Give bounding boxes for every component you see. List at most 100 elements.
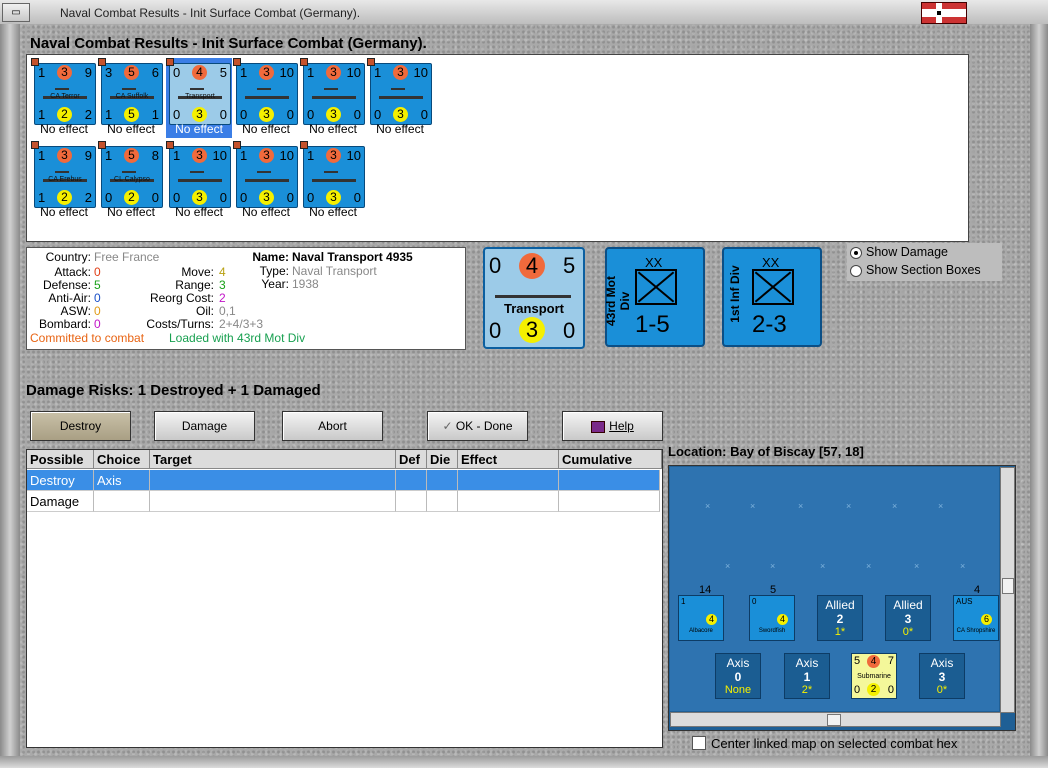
unit-cell[interactable]: 1 3 10 0 3 0 No effect	[300, 58, 366, 138]
ship-counter[interactable]: 3 5 6 CA Suffolk 1 5 1	[101, 63, 163, 125]
table-row[interactable]: Damage	[27, 491, 660, 512]
window-frame-left	[0, 24, 20, 768]
ship-counter[interactable]: 1 3 9 CA Erebus 1 2 2	[34, 146, 96, 208]
counter-bottom-right: 0	[353, 190, 361, 205]
show-damage-label[interactable]: Show Damage	[866, 245, 948, 259]
ship-counter[interactable]: 1 3 10 0 3 0	[303, 146, 365, 208]
division-size: XX	[762, 255, 780, 270]
ship-counter[interactable]: 1 3 10 0 3 0	[303, 63, 365, 125]
counter-top-left: 1	[307, 148, 315, 163]
col-header-target[interactable]: Target	[150, 450, 396, 469]
counter-top-left: 1	[38, 148, 46, 163]
map-axis-counter[interactable]: Axis 3 0*	[919, 653, 965, 699]
unit-cell[interactable]: 3 5 6 CA Suffolk 1 5 1 No effect	[98, 58, 164, 138]
cell-target	[150, 470, 396, 491]
unit-cell[interactable]: 1 3 10 0 3 0 No effect	[300, 141, 366, 221]
division-counter-43rd[interactable]: XX 43rd Mot Div 1-5	[604, 247, 705, 347]
stack-number: 3	[904, 612, 912, 626]
scroll-thumb[interactable]	[1002, 578, 1014, 594]
move-label: Move:	[181, 265, 214, 279]
stack-number: 3	[938, 670, 946, 684]
map-horizontal-scrollbar[interactable]	[670, 712, 1001, 727]
counter-defense: 3	[326, 65, 341, 80]
asw-value: 0	[94, 304, 101, 318]
effect-label: No effect	[40, 205, 88, 219]
counter-top-right: 10	[346, 65, 361, 80]
col-header-cumulative[interactable]: Cumulative	[559, 450, 662, 469]
counter-bottom-right: 0	[219, 107, 227, 122]
system-menu-button[interactable]: ▭	[2, 3, 30, 22]
unit-cell[interactable]: 1 3 10 0 3 0 No effect	[233, 58, 299, 138]
help-button[interactable]: Help	[562, 411, 663, 441]
counter-bottom-right: 0	[353, 107, 361, 122]
map-vertical-scrollbar[interactable]	[1000, 467, 1015, 713]
counter-top-left: 1	[105, 148, 113, 163]
col-header-def[interactable]: Def	[396, 450, 427, 469]
map-unit-counter[interactable]: 4 AUS CA Shropshire 6	[953, 584, 999, 641]
table-row[interactable]: Destroy Axis	[27, 470, 660, 491]
ok-done-button[interactable]: ✓ OK - Done	[427, 411, 528, 441]
effect-label: No effect	[175, 122, 223, 136]
cell-possible: Damage	[27, 491, 94, 512]
col-header-choice[interactable]: Choice	[94, 450, 150, 469]
division-counter-1st[interactable]: XX 1st Inf Div 2-3	[722, 247, 822, 347]
show-sections-label[interactable]: Show Section Boxes	[866, 263, 981, 277]
ship-counter[interactable]: 1 3 10 0 3 0	[169, 146, 231, 208]
map-axis-counter[interactable]: 5 4 7 Submarine 0 2 0	[851, 653, 897, 699]
cell-possible: Destroy	[27, 470, 94, 491]
counter-top-left: 1	[240, 148, 248, 163]
cell-choice	[94, 491, 150, 512]
destroy-button[interactable]: Destroy	[30, 411, 131, 441]
ship-counter[interactable]: 1 3 10 0 3 0	[236, 63, 298, 125]
germany-flag-icon	[921, 2, 967, 24]
ship-counter[interactable]: 1 3 9 CA Terror 1 2 2	[34, 63, 96, 125]
counter-bottom-right: 0	[887, 684, 894, 696]
col-header-effect[interactable]: Effect	[458, 450, 559, 469]
map-axis-counter[interactable]: Axis 1 2*	[784, 653, 830, 699]
counter-circle: 4	[706, 614, 717, 625]
ship-counter[interactable]: 0 4 5 Transport 0 3 0	[169, 63, 231, 125]
side-label: Axis	[726, 656, 750, 670]
unit-cell[interactable]: 1 3 9 CA Terror 1 2 2 No effect	[31, 58, 97, 138]
wave-mark: ×	[820, 561, 826, 571]
counter-defense: 3	[259, 65, 274, 80]
counter-top-right: 7	[887, 655, 894, 667]
unit-cell[interactable]: 0 4 5 Transport 0 3 0 No effect	[166, 58, 232, 138]
unit-cell[interactable]: 1 3 10 0 3 0 No effect	[166, 141, 232, 221]
counter-range: 3	[393, 107, 408, 122]
counter-name: Albacore	[689, 628, 713, 634]
center-linked-checkbox[interactable]	[692, 736, 706, 750]
selected-unit-counter[interactable]: 0 4 5 Transport 0 3 0	[483, 247, 585, 349]
damage-button[interactable]: Damage	[154, 411, 255, 441]
sea-map[interactable]: × × × × × × × × × × × × 14 1 Albacore 4 5 0 Swordfish 4 Alli…	[670, 467, 999, 711]
map-unit-counter[interactable]: 14 1 Albacore 4	[678, 584, 724, 641]
ship-counter[interactable]: 1 5 8 CL Calypso 0 2 0	[101, 146, 163, 208]
map-unit-counter[interactable]: Allied 2 1*	[817, 595, 863, 641]
nationality-flag-icon	[367, 58, 375, 66]
col-header-possible[interactable]: Possible	[27, 450, 94, 469]
counter-defense: 4	[867, 655, 880, 668]
unit-cell[interactable]: 1 5 8 CL Calypso 0 2 0 No effect	[98, 141, 164, 221]
counter-bottom-right: 0	[286, 190, 294, 205]
unit-cell[interactable]: 1 3 10 0 3 0 No effect	[233, 141, 299, 221]
cell-def	[396, 491, 427, 512]
ship-icon	[245, 169, 289, 182]
ship-counter[interactable]: 1 3 10 0 3 0	[370, 63, 432, 125]
scroll-thumb[interactable]	[827, 714, 841, 726]
map-unit-counter[interactable]: 5 0 Swordfish 4	[749, 584, 795, 641]
center-linked-label[interactable]: Center linked map on selected combat hex	[711, 736, 957, 751]
abort-button[interactable]: Abort	[282, 411, 383, 441]
counter-defense: 3	[259, 148, 274, 163]
effect-label: No effect	[107, 205, 155, 219]
col-header-die[interactable]: Die	[427, 450, 458, 469]
unit-cell[interactable]: 1 3 10 0 3 0 No effect	[367, 58, 433, 138]
unit-cell[interactable]: 1 3 9 CA Erebus 1 2 2 No effect	[31, 141, 97, 221]
show-damage-radio[interactable]	[850, 247, 862, 259]
map-axis-counter[interactable]: Axis 0 None	[715, 653, 761, 699]
wave-mark: ×	[770, 561, 776, 571]
show-sections-radio[interactable]	[850, 265, 862, 277]
ship-counter[interactable]: 1 3 10 0 3 0	[236, 146, 298, 208]
counter-top-left: 1	[374, 65, 382, 80]
type-value: Naval Transport	[292, 264, 377, 278]
map-unit-counter[interactable]: Allied 3 0*	[885, 595, 931, 641]
